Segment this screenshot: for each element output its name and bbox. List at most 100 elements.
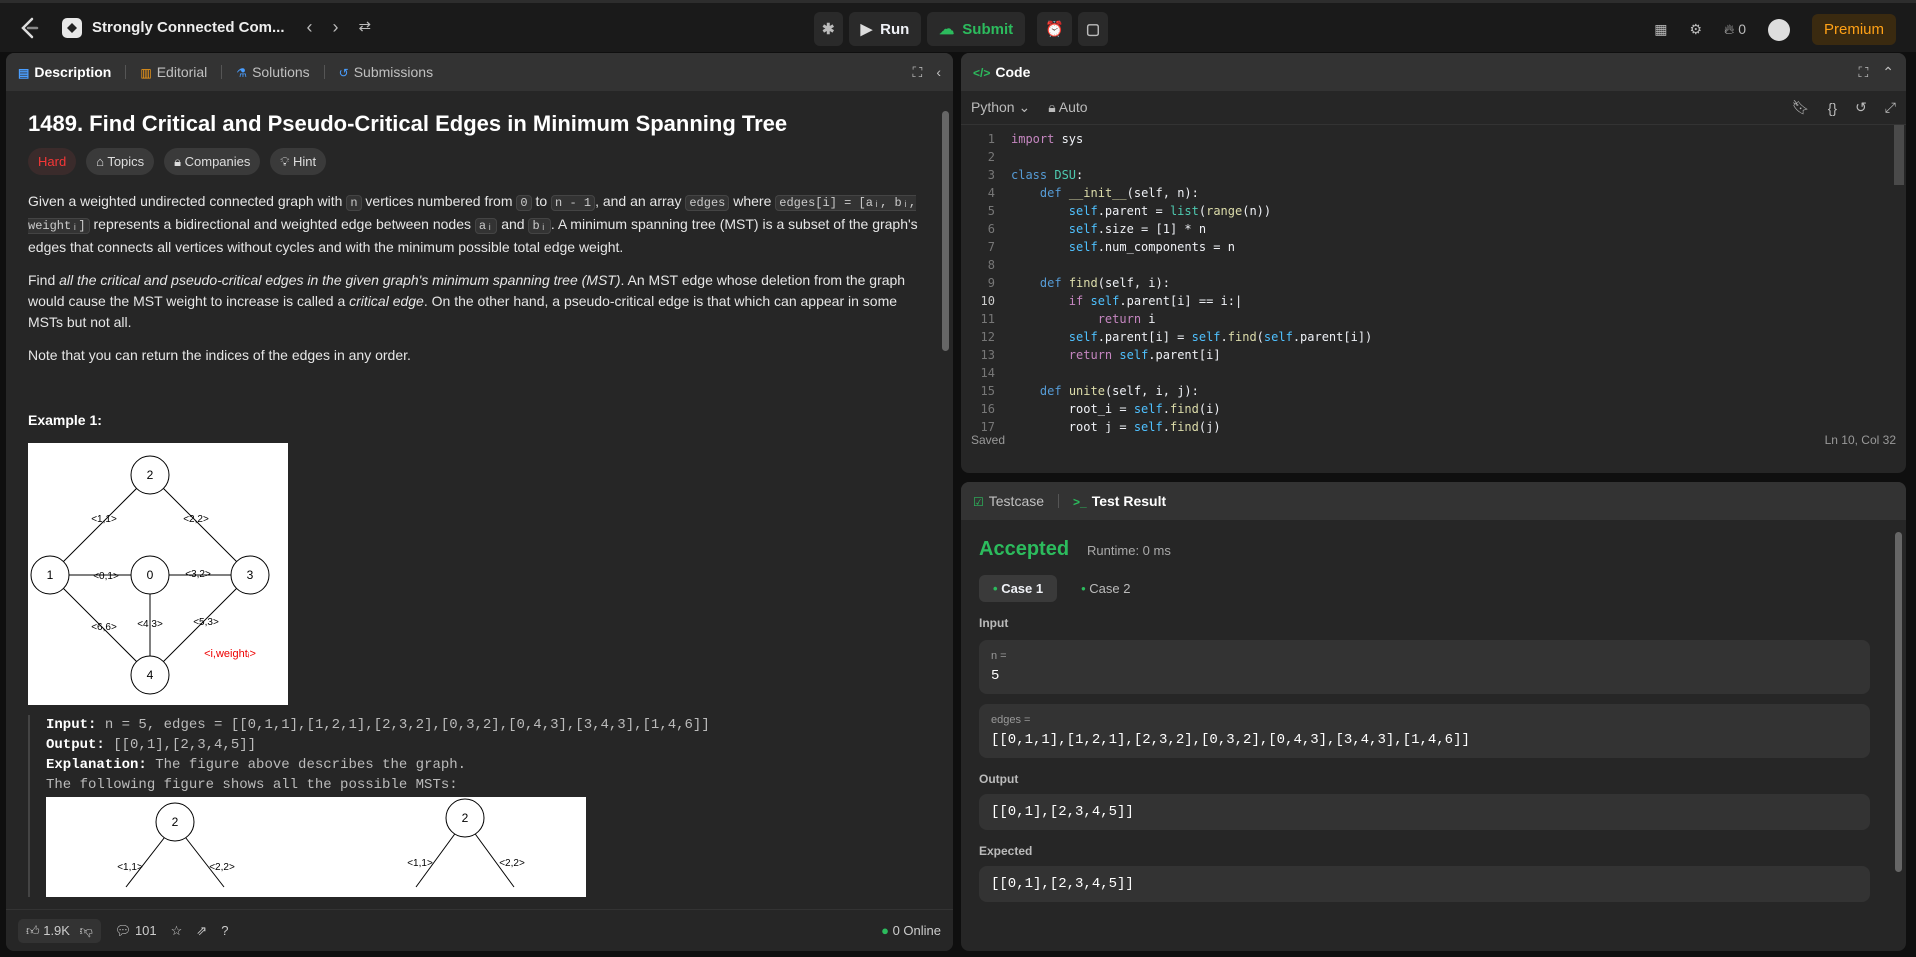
book-icon: ▥ (140, 66, 152, 80)
run-button[interactable]: ▶ Run (848, 12, 922, 46)
chevron-up-icon[interactable]: ⌃ (1882, 64, 1894, 81)
flask-icon: ⚗ (236, 66, 248, 80)
problem-list-title[interactable]: Strongly Connected Com... (62, 17, 285, 38)
streak-count: 0 (1738, 21, 1746, 37)
timer-button[interactable]: ⏰ (1037, 12, 1072, 46)
left-tabs: ▤ Description ▥ Editorial ⚗ Solutions ↺ Subm… (6, 53, 953, 91)
tab-submissions[interactable]: ↺ Submissions (339, 64, 433, 80)
submit-label: Submit (962, 20, 1014, 38)
input-n-box: n = 5 (979, 640, 1870, 694)
collapse-icon[interactable]: ‹ (936, 64, 941, 80)
accepted-status: Accepted (979, 538, 1070, 560)
output-value: [[0,1],[2,3,4,5]] (991, 804, 1134, 820)
note-icon: ▢ (1085, 21, 1101, 38)
problem-list-icon (62, 17, 82, 38)
language-select[interactable]: Python ⌄ (971, 99, 1030, 116)
terminal-icon: >_ (1073, 495, 1087, 509)
maximize-icon[interactable]: ⛶ (1858, 64, 1868, 81)
bookmark-icon[interactable]: 🔖︎ (1792, 99, 1810, 116)
editor-scrollbar[interactable] (1894, 125, 1904, 185)
graph-legend: <i,weightᵢ> (204, 648, 256, 660)
code-header: </> Code ⛶ ⌃ (961, 53, 1906, 91)
test-result-panel: ☑ Testcase >_ Test Result Accepted Runtime… (961, 482, 1906, 951)
graph-node: 4 (147, 668, 154, 682)
case-1-tab[interactable]: • Case 1 (979, 575, 1058, 602)
runtime-text: Runtime: 0 ms (1087, 543, 1171, 558)
prev-problem-icon[interactable]: ‹ (307, 17, 313, 38)
code-panel: </> Code ⛶ ⌃ Python ⌄ 🔒︎ Auto 🔖︎ {} ↺ ⤢ 1… (961, 53, 1906, 473)
difficulty-badge[interactable]: Hard (28, 148, 77, 175)
submit-button[interactable]: ☁ Submit (927, 12, 1026, 46)
hint-chip[interactable]: 💡︎ Hint (270, 148, 327, 175)
page-title: 1489. Find Critical and Pseudo-Critical … (28, 111, 788, 136)
companies-chip[interactable]: 🔒︎ Companies (164, 148, 261, 175)
saved-status: Saved (971, 433, 1006, 447)
reset-icon[interactable]: ↺ (1855, 99, 1867, 116)
gear-icon[interactable]: ⚙ (1689, 21, 1702, 38)
tab-editorial[interactable]: ▥ Editorial (140, 64, 207, 80)
expected-box: [[0,1],[2,3,4,5]] (979, 866, 1870, 902)
expected-value: [[0,1],[2,3,4,5]] (991, 876, 1134, 892)
document-icon: ▤ (18, 66, 30, 80)
input-edges-box: edges = [[0,1,1],[1,2,1],[2,3,2],[0,3,2]… (979, 704, 1870, 758)
tab-code[interactable]: </> Code (973, 64, 1030, 80)
problem-paragraph-3: Note that you can return the indices of … (28, 347, 411, 363)
like-button[interactable]: 👍︎ 1.9K 👎︎ (18, 918, 101, 943)
mst-figure: 2 2 <1,1> <2,2> <1,1> <2,2> (46, 797, 586, 897)
streak[interactable]: 🔥︎ 0 (1724, 21, 1746, 38)
cloud-upload-icon: ☁ (939, 21, 955, 38)
code-icon: </> (973, 66, 991, 80)
code-editor[interactable]: 1 import sys 2 3 class DSU: 4 def __init__… (961, 125, 1906, 433)
star-icon[interactable]: ☆ (171, 923, 183, 939)
code-status-bar: Saved Ln 10, Col 32 (961, 433, 1906, 447)
layout-icon[interactable]: ▦ (1654, 21, 1667, 38)
description-footer: 👍︎ 1.9K 👎︎ 💬︎ 101 ☆ ⇗ ? ● 0 Online (6, 909, 953, 951)
thumbs-down-icon[interactable]: 👎︎ (80, 923, 93, 938)
tab-description[interactable]: ▤ Description (18, 64, 111, 80)
graph-node: 1 (47, 568, 54, 582)
checkbox-icon: ☑ (973, 495, 984, 509)
leetcode-logo-icon[interactable] (14, 13, 44, 43)
edge-label: <4,3> (137, 619, 163, 630)
example-title: Example 1: (28, 412, 102, 428)
edges-value: [[0,1,1],[1,2,1],[2,3,2],[0,3,2],[0,4,3]… (991, 732, 1470, 748)
help-icon[interactable]: ? (221, 923, 228, 938)
avatar[interactable] (1767, 18, 1790, 41)
share-icon[interactable]: ⇗ (196, 923, 207, 939)
tab-test-result[interactable]: >_ Test Result (1073, 493, 1166, 509)
comment-icon: 💬︎ (114, 922, 132, 938)
lightbulb-icon: 💡︎ (280, 154, 290, 169)
comments-button[interactable]: 💬︎ 101 (115, 923, 157, 939)
edge-label: <3,2> (185, 569, 211, 580)
notes-button[interactable]: ▢ (1077, 12, 1109, 46)
auto-toggle[interactable]: 🔒︎ Auto (1048, 99, 1087, 116)
output-label: Output (979, 772, 1019, 786)
scrollbar[interactable] (942, 111, 949, 351)
cursor-position: Ln 10, Col 32 (1824, 433, 1896, 447)
mst-node: 2 (172, 815, 179, 829)
shuffle-icon[interactable]: ⇄ (359, 17, 372, 38)
problem-list-label: Strongly Connected Com... (92, 19, 285, 36)
premium-button[interactable]: Premium (1811, 14, 1896, 45)
case-2-tab[interactable]: • Case 2 (1067, 575, 1144, 602)
test-tabs: ☑ Testcase >_ Test Result (961, 482, 1906, 520)
edge-label: <5,3> (193, 617, 219, 628)
n-label: n = (991, 650, 1007, 662)
mst-edge-label: <1,1> (117, 862, 143, 873)
output-box: [[0,1],[2,3,4,5]] (979, 794, 1870, 830)
example-block: Input: n = 5, edges = [[0,1,1],[1,2,1],[… (28, 715, 931, 897)
topics-chip[interactable]: ⌂ Topics (86, 148, 155, 175)
maximize-icon[interactable]: ⛶ (913, 64, 923, 81)
thumbs-up-icon: 👍︎ (26, 922, 40, 938)
next-problem-icon[interactable]: › (333, 17, 339, 38)
braces-icon[interactable]: {} (1828, 100, 1837, 116)
top-bar: Strongly Connected Com... ‹ › ⇄ ✱ ▶ Run ☁… (0, 0, 1916, 52)
tab-testcase[interactable]: ☑ Testcase (973, 493, 1044, 509)
debug-button[interactable]: ✱ (814, 12, 843, 46)
problem-paragraph-2: Find all the critical and pseudo-critica… (28, 272, 906, 330)
online-status: ● 0 Online (881, 923, 941, 938)
tab-solutions[interactable]: ⚗ Solutions (236, 64, 309, 80)
fullscreen-icon[interactable]: ⤢ (1885, 99, 1896, 116)
test-scrollbar[interactable] (1895, 532, 1902, 872)
mst-edge-label: <2,2> (209, 862, 235, 873)
